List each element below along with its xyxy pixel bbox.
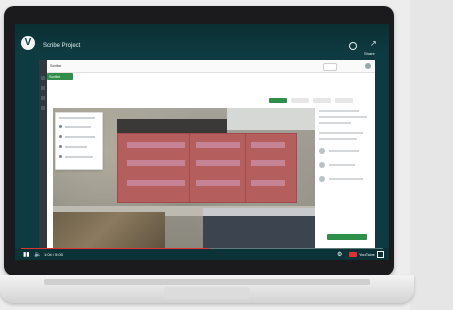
tool-tab-active[interactable] bbox=[269, 98, 287, 103]
volume-icon[interactable]: 🔈 bbox=[34, 251, 41, 258]
tool-tab[interactable] bbox=[313, 98, 331, 103]
panel-option-icon[interactable] bbox=[319, 148, 325, 154]
laptop-screen: V Scribe Project ↗ Share Scribe Scribe ▮… bbox=[15, 24, 389, 260]
panel-action-button[interactable] bbox=[327, 234, 367, 240]
rail-item[interactable] bbox=[41, 106, 45, 110]
app-title: Scribe bbox=[50, 63, 62, 68]
panel-dot[interactable] bbox=[59, 155, 62, 158]
layers-panel[interactable] bbox=[55, 112, 103, 170]
tool-tab[interactable] bbox=[335, 98, 353, 103]
map-dirt-area bbox=[53, 212, 165, 248]
embedded-app-window: Scribe Scribe bbox=[39, 60, 375, 248]
video-controls: ▮▮ 🔈 1:04 / 5:03 ⚙ YouTube bbox=[15, 248, 389, 260]
panel-dot[interactable] bbox=[59, 145, 62, 148]
panel-dot[interactable] bbox=[59, 125, 62, 128]
right-properties-panel bbox=[315, 106, 375, 248]
panel-line bbox=[65, 156, 93, 158]
panel-line bbox=[319, 132, 363, 134]
keyboard-area bbox=[44, 279, 370, 285]
roof-panel-row bbox=[127, 142, 185, 148]
scribe-tag-label: Scribe bbox=[49, 74, 61, 79]
trackpad bbox=[164, 287, 250, 299]
roof-panel-row bbox=[196, 142, 240, 148]
time-display: 1:04 / 5:03 bbox=[44, 252, 63, 257]
clock-icon[interactable] bbox=[349, 42, 357, 50]
map-building bbox=[203, 208, 315, 216]
scribe-tag-button[interactable]: Scribe bbox=[47, 73, 73, 80]
panel-line bbox=[59, 117, 95, 119]
youtube-top-bar: V Scribe Project ↗ Share bbox=[15, 24, 389, 56]
share-label: Share bbox=[364, 51, 375, 56]
panel-line bbox=[319, 138, 357, 140]
roof-panel-row bbox=[196, 160, 240, 166]
avatar[interactable] bbox=[365, 63, 371, 69]
panel-line bbox=[65, 136, 95, 138]
video-title: Scribe Project bbox=[43, 43, 81, 49]
panel-line bbox=[319, 116, 367, 118]
roof-panel-row bbox=[127, 180, 185, 186]
roof-divider bbox=[245, 133, 246, 203]
progress-fill bbox=[21, 248, 210, 249]
map-building bbox=[117, 119, 227, 133]
rail-item[interactable] bbox=[41, 76, 45, 80]
roof-panel-row bbox=[251, 142, 285, 148]
map-building bbox=[227, 108, 315, 130]
rail-item[interactable] bbox=[41, 86, 45, 90]
laptop-lid: V Scribe Project ↗ Share Scribe Scribe ▮… bbox=[4, 6, 394, 276]
panel-dot[interactable] bbox=[59, 135, 62, 138]
rail-item[interactable] bbox=[41, 96, 45, 100]
share-icon[interactable]: ↗ bbox=[370, 39, 377, 48]
tool-tabs bbox=[269, 98, 361, 104]
play-icon[interactable]: ▮▮ bbox=[23, 251, 30, 258]
tool-tab[interactable] bbox=[291, 98, 309, 103]
app-left-rail bbox=[39, 60, 47, 248]
laptop-base bbox=[0, 275, 414, 303]
panel-option-icon[interactable] bbox=[319, 176, 325, 182]
youtube-icon[interactable] bbox=[349, 252, 357, 257]
app-top-bar: Scribe bbox=[47, 60, 375, 73]
topbar-button[interactable] bbox=[323, 63, 337, 71]
panel-line bbox=[319, 122, 351, 124]
settings-icon[interactable]: ⚙ bbox=[337, 251, 342, 258]
panel-line bbox=[329, 164, 355, 166]
roof-panel-row bbox=[251, 180, 285, 186]
panel-line bbox=[329, 178, 363, 180]
roof-panel-row bbox=[196, 180, 240, 186]
panel-line bbox=[65, 146, 87, 148]
panel-line bbox=[65, 126, 91, 128]
map-building bbox=[203, 216, 315, 248]
fullscreen-icon[interactable] bbox=[377, 251, 384, 258]
background-right-panel bbox=[410, 0, 453, 310]
channel-logo-icon[interactable]: V bbox=[21, 36, 35, 50]
progress-track[interactable] bbox=[21, 248, 383, 249]
panel-option-icon[interactable] bbox=[319, 162, 325, 168]
panel-line bbox=[319, 110, 359, 112]
youtube-label: YouTube bbox=[359, 252, 375, 257]
roof-panel-row bbox=[127, 160, 185, 166]
roof-panel-row bbox=[251, 160, 285, 166]
roof-divider bbox=[189, 133, 190, 203]
panel-line bbox=[329, 150, 359, 152]
